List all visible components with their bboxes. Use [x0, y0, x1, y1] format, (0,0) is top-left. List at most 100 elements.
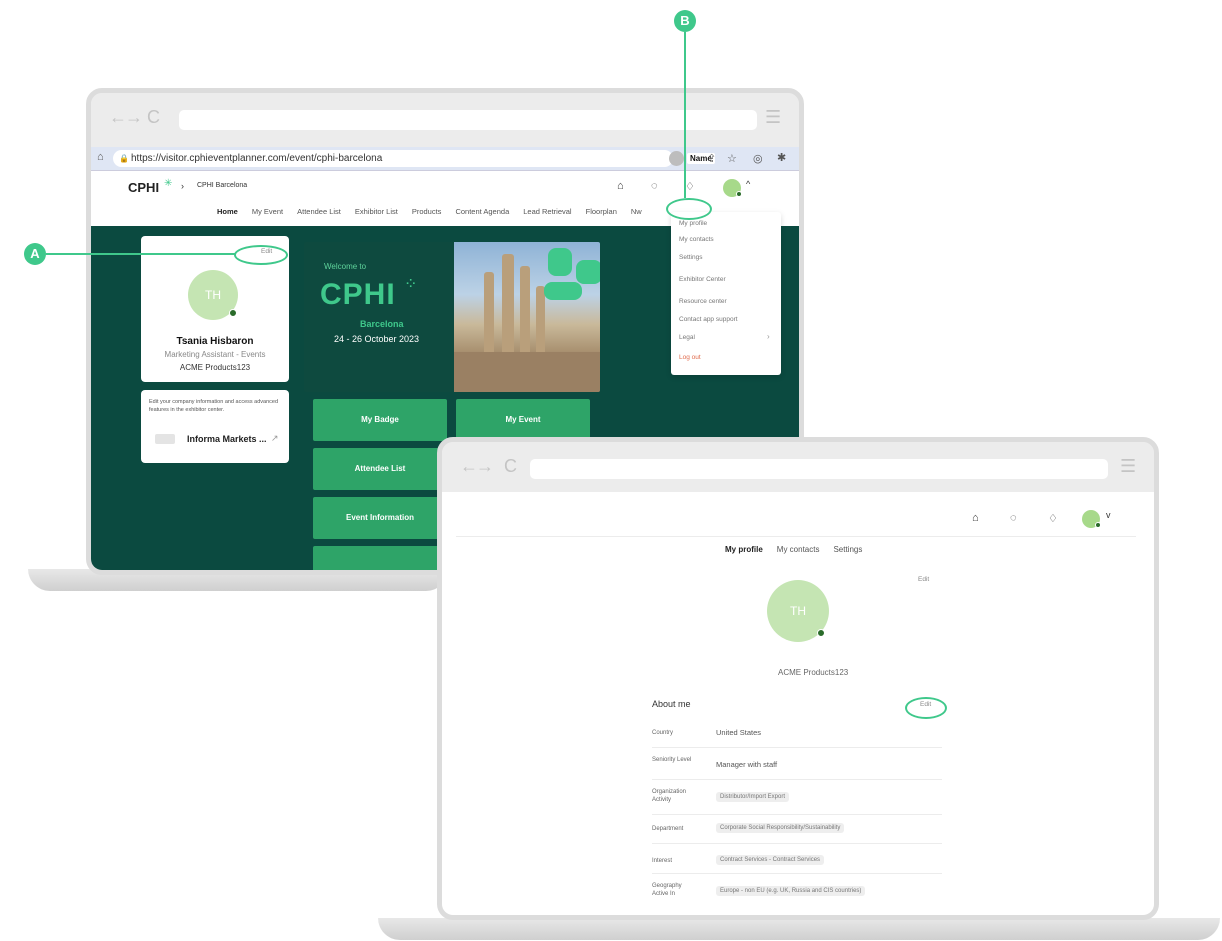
user-avatar[interactable] — [1082, 510, 1101, 528]
chevron-up-icon[interactable]: ^ — [746, 179, 750, 189]
banner-shape — [544, 282, 582, 300]
menu-icon[interactable]: ☰ — [1120, 456, 1136, 477]
chevron-right-icon: › — [767, 332, 770, 341]
annotation-b-line — [684, 32, 686, 198]
cphi-logo[interactable]: CPHI — [128, 180, 159, 195]
chat-icon[interactable]: ◌ — [651, 180, 658, 192]
user-avatar[interactable] — [723, 179, 742, 197]
nav-home[interactable]: Home — [217, 207, 238, 216]
nav-floorplan[interactable]: Floorplan — [586, 207, 617, 216]
about-edit-highlight — [905, 697, 947, 719]
address-bar[interactable] — [530, 459, 1108, 479]
inner-browser-bar: ⌂ 🔒 https://visitor.cphieventplanner.com… — [91, 147, 799, 171]
event-information-tile[interactable]: Event Information — [313, 497, 447, 539]
profile-name: Tsania Hisbaron — [176, 336, 254, 347]
field-divider — [652, 843, 942, 844]
more-tile[interactable] — [313, 546, 447, 570]
my-profile-page: ⌂ ◌ ♢ v My profile My contacts Settings … — [442, 492, 1154, 915]
event-banner: Welcome to CPHI ⁘ Barcelona 24 - 26 Octo… — [304, 242, 600, 392]
url-field[interactable]: 🔒 https://visitor.cphieventplanner.com/e… — [113, 150, 673, 167]
lock-icon: 🔒 — [119, 154, 129, 163]
attendee-list-tile[interactable]: Attendee List — [313, 448, 447, 490]
annotation-b-marker: B — [674, 10, 696, 32]
star-icon[interactable]: ☆ — [727, 152, 737, 165]
home-icon[interactable]: ⌂ — [972, 512, 979, 524]
field-label: Country — [652, 730, 674, 736]
reload-icon[interactable]: C — [504, 456, 517, 477]
profile-avatar: TH — [188, 270, 238, 320]
forward-arrow-icon[interactable]: → — [476, 456, 494, 477]
profile-title: Marketing Assistant - Events — [164, 350, 266, 359]
nav-more[interactable]: Nw — [631, 207, 642, 216]
field-value: United States — [716, 728, 762, 737]
chat-icon[interactable]: ◌ — [1010, 512, 1017, 524]
reload-icon[interactable]: C — [147, 107, 160, 128]
chevron-down-icon[interactable]: v — [1106, 510, 1111, 520]
nav-exhibitor-list[interactable]: Exhibitor List — [355, 207, 398, 216]
field-divider — [652, 873, 942, 874]
share-icon[interactable]: ⇪ — [707, 152, 716, 165]
laptop2-base — [378, 918, 1220, 940]
nav-lead-retrieval[interactable]: Lead Retrieval — [523, 207, 571, 216]
field-label: Interest — [652, 858, 673, 864]
field-label: Seniority Level — [652, 757, 692, 763]
home-icon[interactable]: ⌂ — [617, 180, 624, 192]
bell-icon[interactable]: ♢ — [685, 180, 695, 193]
header-divider — [456, 536, 1136, 537]
menu-icon[interactable]: ☰ — [765, 107, 781, 128]
banner-shape — [548, 248, 572, 276]
banner-welcome: Welcome to — [324, 262, 367, 271]
menu-legal[interactable]: Legal — [679, 334, 695, 341]
menu-contact-app-support[interactable]: Contact app support — [679, 316, 738, 323]
nav-attendee-list[interactable]: Attendee List — [297, 207, 341, 216]
nav-products[interactable]: Products — [412, 207, 442, 216]
profile-company: ACME Products123 — [778, 668, 849, 677]
menu-my-profile[interactable]: My profile — [679, 220, 707, 227]
tab-settings[interactable]: Settings — [833, 545, 862, 554]
avatar — [669, 151, 684, 166]
profile-company: ACME Products123 — [179, 363, 251, 372]
my-badge-tile[interactable]: My Badge — [313, 399, 447, 441]
breadcrumb[interactable]: CPHI Barcelona — [197, 182, 247, 189]
profile-avatar: TH — [767, 580, 829, 642]
url-text: https://visitor.cphieventplanner.com/eve… — [131, 153, 383, 164]
annotation-a-line — [46, 253, 236, 255]
field-label: Department — [652, 826, 684, 832]
logo-spark-icon: ✳ — [164, 178, 173, 189]
annotation-a-highlight — [234, 245, 288, 265]
banner-dates: 24 - 26 October 2023 — [334, 334, 420, 344]
user-dropdown-menu: My profile My contacts Settings Exhibito… — [671, 212, 781, 375]
brand-spark-icon: ⁘ — [404, 276, 418, 293]
bell-icon[interactable]: ♢ — [1048, 512, 1058, 525]
field-label: Organization Activity — [652, 789, 687, 803]
tab-my-profile[interactable]: My profile — [725, 545, 763, 554]
profile-edit-link[interactable]: Edit — [918, 576, 929, 583]
extension-icon[interactable]: ✱ — [777, 151, 786, 164]
chevron-right-icon: › — [181, 181, 184, 191]
nav-content-agenda[interactable]: Content Agenda — [455, 207, 509, 216]
field-label: Geography Active In — [652, 883, 682, 897]
field-divider — [652, 779, 942, 780]
field-divider — [652, 814, 942, 815]
nav-my-event[interactable]: My Event — [252, 207, 283, 216]
address-bar[interactable] — [179, 110, 757, 130]
menu-exhibitor-center[interactable]: Exhibitor Center — [679, 276, 726, 283]
external-link-icon[interactable]: ↗ — [271, 433, 279, 444]
banner-shape — [576, 260, 600, 284]
menu-my-contacts[interactable]: My contacts — [679, 236, 714, 243]
exhibitor-center-card[interactable]: Edit your company information and access… — [141, 390, 289, 463]
menu-settings[interactable]: Settings — [679, 254, 703, 261]
field-chip: Contract Services - Contract Services — [716, 855, 825, 865]
field-divider — [652, 747, 942, 748]
exhibitor-company-name[interactable]: Informa Markets ... — [187, 434, 267, 444]
home-icon[interactable]: ⌂ — [97, 151, 104, 163]
menu-log-out[interactable]: Log out — [679, 354, 701, 361]
laptop2-screen: ← → C ☰ ⌂ ◌ ♢ v My profile My contacts S… — [437, 437, 1159, 920]
my-event-tile[interactable]: My Event — [456, 399, 590, 441]
annotation-b-highlight — [666, 198, 712, 220]
menu-resource-center[interactable]: Resource center — [679, 298, 727, 305]
browser-toolbar: ← → C ☰ — [442, 442, 1154, 492]
forward-arrow-icon[interactable]: → — [125, 107, 143, 128]
camera-icon[interactable]: ◎ — [753, 152, 763, 165]
tab-my-contacts[interactable]: My contacts — [777, 545, 820, 554]
